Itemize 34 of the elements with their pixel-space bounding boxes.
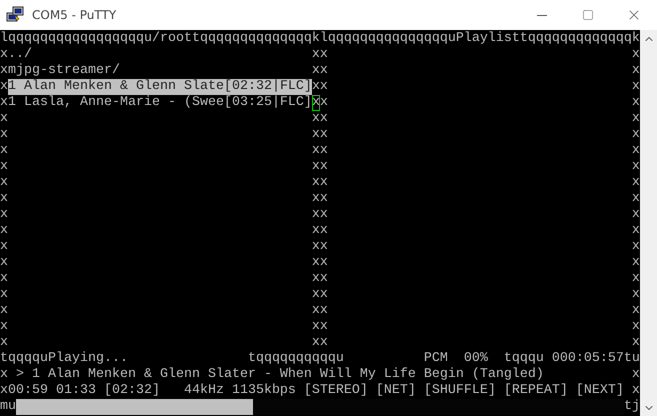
text-cursor: x	[312, 95, 320, 111]
terminal-text: x xx x	[0, 175, 640, 191]
terminal-text: x xx x	[0, 335, 640, 351]
terminal-text: x xx x	[0, 127, 640, 143]
scrollbar[interactable]	[640, 30, 657, 416]
maximize-icon	[582, 9, 594, 21]
terminal-text: x xx x	[0, 207, 640, 223]
terminal-text: x xx x	[0, 239, 640, 255]
terminal-text: tqqqquPlaying... tqqqqqqqqqqu PCM 00% tqqqu 000:05:57tu	[0, 351, 640, 367]
minimize-icon	[537, 14, 547, 16]
window-title: COM5 - PuTTY	[32, 8, 116, 22]
terminal-text: x x	[320, 95, 640, 111]
terminal-text: x xx x	[0, 143, 640, 159]
terminal-text: x xx x	[0, 191, 640, 207]
terminal-text: x xx x	[0, 159, 640, 175]
terminal-text: tj	[624, 399, 640, 415]
terminal-text: x xx x	[0, 319, 640, 335]
terminal-text: mu	[0, 399, 16, 415]
terminal-text: x../ xx x	[0, 47, 640, 63]
selected-entry: 1 Alan Menken & Glenn Slate[02:32|FLC]	[8, 79, 312, 95]
terminal-text: x xx x	[0, 287, 640, 303]
terminal-text: x > 1 Alan Menken & Glenn Slater - When Will My Life Begin (Tangled) x	[0, 367, 640, 383]
terminal-text: x1 Lasla, Anne-Marie - (Swee[03:25|FLC]	[0, 95, 312, 111]
terminal-text: x xx x	[0, 255, 640, 271]
terminal-text: xmjpg-streamer/ xx x	[0, 63, 640, 79]
terminal-text: x xx x	[0, 271, 640, 287]
terminal-text: lqqqqqqqqqqqqqqqqqu/roottqqqqqqqqqqqqqqklqqqqqqqqqqqqqqquPlaylisttqqqqqqqqqqqqqk	[0, 31, 640, 47]
terminal-text: x00:59 01:33 [02:32] 44kHz 1135kbps [STEREO] [NET] [SHUFFLE] [REPEAT] [NEXT] x	[0, 383, 640, 399]
terminal-text: x xx x	[0, 223, 640, 239]
terminal-text: x xx x	[0, 303, 640, 319]
app-icon	[6, 6, 24, 24]
terminal-text: x	[0, 79, 8, 95]
terminal-text: xx x	[312, 79, 640, 95]
terminal-text: x xx x	[0, 111, 640, 127]
